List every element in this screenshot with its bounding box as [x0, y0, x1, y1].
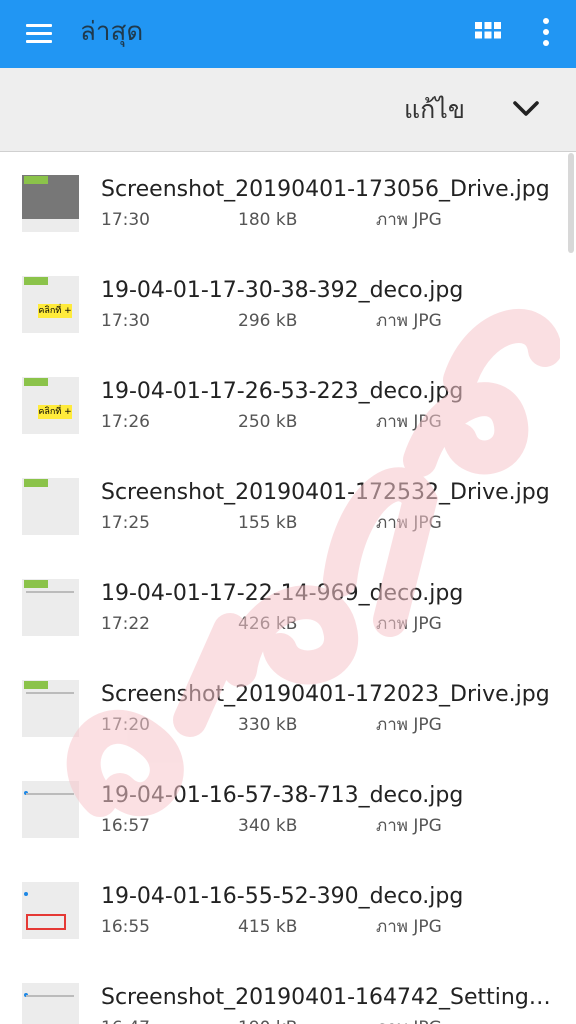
file-time: 16:55: [101, 917, 150, 937]
file-size: 155 kB: [238, 513, 298, 533]
thumbnail-detail: [24, 277, 48, 285]
more-options-button[interactable]: [532, 14, 560, 52]
file-row[interactable]: 19-04-01-16-55-52-390_deco.jpg 16:55 415 k…: [0, 860, 576, 961]
file-type: ภาพ JPG: [376, 917, 442, 937]
file-type: ภาพ JPG: [376, 715, 442, 735]
file-row[interactable]: Screenshot_20190401-172532_Drive.jpg 17:2…: [0, 456, 576, 557]
file-name: 19-04-01-17-26-53-223_deco.jpg: [101, 379, 464, 404]
file-thumbnail: [22, 175, 79, 232]
file-thumbnail: [22, 579, 79, 636]
file-name: 19-04-01-16-57-38-713_deco.jpg: [101, 783, 464, 808]
thumbnail-detail: [24, 681, 48, 689]
file-row[interactable]: 19-04-01-16-57-38-713_deco.jpg 16:57 340 k…: [0, 759, 576, 860]
file-name: 19-04-01-17-30-38-392_deco.jpg: [101, 278, 464, 303]
grid-view-button[interactable]: [472, 17, 504, 49]
file-name: Screenshot_20190401-173056_Drive.jpg: [101, 177, 550, 202]
file-time: 17:22: [101, 614, 150, 634]
thumbnail-detail: [26, 914, 66, 930]
file-type: ภาพ JPG: [376, 1017, 442, 1024]
file-size: 426 kB: [238, 614, 298, 634]
thumbnail-detail: คลิกที่ +: [38, 304, 72, 318]
thumbnail-detail: [26, 692, 74, 694]
page-title: ล่าสุด: [80, 17, 144, 47]
file-time: 16:47: [101, 1017, 150, 1024]
edit-label[interactable]: แก้ไข: [404, 94, 465, 126]
file-size: 190 kB: [238, 1017, 297, 1024]
file-time: 17:20: [101, 715, 150, 735]
file-name: Screenshot_20190401-172023_Drive.jpg: [101, 682, 550, 707]
thumbnail-detail: [24, 892, 28, 896]
file-row[interactable]: 19-04-01-17-22-14-969_deco.jpg 17:22 426 k…: [0, 557, 576, 658]
thumbnail-detail: [26, 995, 74, 997]
file-thumbnail: [22, 983, 79, 1024]
more-vert-icon: [543, 18, 549, 46]
grid-view-icon: [475, 22, 501, 39]
file-time: 17:30: [101, 311, 150, 331]
file-thumbnail: [22, 680, 79, 737]
file-type: ภาพ JPG: [376, 210, 442, 230]
hamburger-icon-line: [26, 32, 52, 35]
file-size: 296 kB: [238, 311, 298, 331]
file-size: 340 kB: [238, 816, 298, 836]
file-type: ภาพ JPG: [376, 412, 442, 432]
file-time: 17:25: [101, 513, 150, 533]
file-thumbnail: [22, 882, 79, 939]
file-row[interactable]: คลิกที่ + 19-04-01-17-30-38-392_deco.jpg 1…: [0, 254, 576, 355]
file-thumbnail: [22, 478, 79, 535]
file-time: 17:26: [101, 412, 150, 432]
file-size: 415 kB: [238, 917, 298, 937]
file-name: 19-04-01-17-22-14-969_deco.jpg: [101, 581, 464, 606]
file-type: ภาพ JPG: [376, 614, 442, 634]
thumbnail-detail: คลิกที่ +: [38, 405, 72, 419]
thumbnail-detail: [24, 378, 48, 386]
thumbnail-detail: [24, 580, 48, 588]
file-size: 330 kB: [238, 715, 298, 735]
file-type: ภาพ JPG: [376, 513, 442, 533]
file-time: 17:30: [101, 210, 150, 230]
file-row[interactable]: คลิกที่ + 19-04-01-17-26-53-223_deco.jpg 1…: [0, 355, 576, 456]
hamburger-icon-line: [26, 40, 52, 43]
file-time: 16:57: [101, 816, 150, 836]
file-thumbnail: คลิกที่ +: [22, 276, 79, 333]
expand-button[interactable]: [506, 92, 546, 128]
file-thumbnail: [22, 781, 79, 838]
thumbnail-detail: [26, 793, 74, 795]
scrollbar[interactable]: [568, 153, 574, 253]
app-bar: ล่าสุด: [0, 0, 576, 68]
file-size: 250 kB: [238, 412, 298, 432]
file-type: ภาพ JPG: [376, 311, 442, 331]
edit-bar: แก้ไข: [0, 68, 576, 152]
thumbnail-detail: [24, 176, 48, 184]
menu-button[interactable]: [22, 18, 56, 50]
file-name: Screenshot_20190401-164742_Settings.jpg: [101, 985, 553, 1010]
hamburger-icon: [26, 24, 52, 27]
file-size: 180 kB: [238, 210, 298, 230]
file-row[interactable]: Screenshot_20190401-164742_Settings.jpg 1…: [0, 961, 576, 1024]
file-list: Screenshot_20190401-173056_Drive.jpg 17:3…: [0, 153, 576, 1024]
chevron-down-icon: [513, 101, 539, 116]
file-name: 19-04-01-16-55-52-390_deco.jpg: [101, 884, 464, 909]
thumbnail-detail: [26, 591, 74, 593]
file-thumbnail: คลิกที่ +: [22, 377, 79, 434]
file-row[interactable]: Screenshot_20190401-172023_Drive.jpg 17:2…: [0, 658, 576, 759]
file-type: ภาพ JPG: [376, 816, 442, 836]
file-name: Screenshot_20190401-172532_Drive.jpg: [101, 480, 550, 505]
thumbnail-detail: [24, 479, 48, 487]
file-row[interactable]: Screenshot_20190401-173056_Drive.jpg 17:3…: [0, 153, 576, 254]
